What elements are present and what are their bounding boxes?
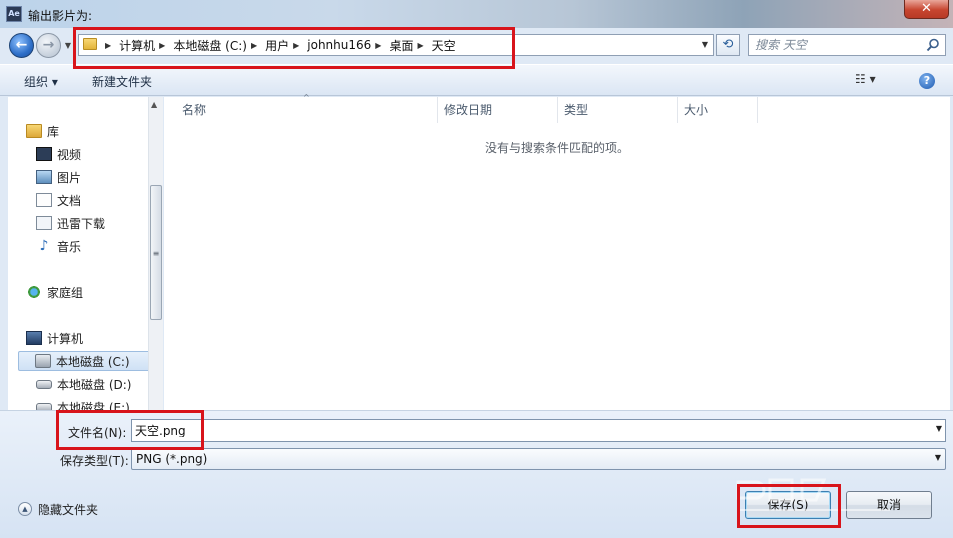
nav-item-label: 本地磁盘 (D:) [57,377,132,392]
breadcrumb-separator-icon[interactable]: ▶ [375,41,381,50]
column-header-date-modified[interactable]: 修改日期 [438,97,558,123]
search-input[interactable] [755,38,915,52]
command-toolbar: 组织 ▾ 新建文件夹 ☷ ▾ ? [0,64,953,96]
search-icon[interactable] [926,38,940,52]
hide-folders-label: 隐藏文件夹 [38,502,99,517]
nav-item-label: 迅雷下载 [57,216,106,231]
homegroup-icon [26,285,42,299]
breadcrumb-item[interactable]: 天空 [432,37,456,54]
scrollbar-thumb[interactable]: ≡ [150,185,162,320]
nav-item-library[interactable]: 库 [26,121,59,141]
forward-arrow-icon: → [42,37,55,53]
scroll-up-icon[interactable]: ▲ [151,100,157,109]
nav-item-label: 本地磁盘 (C:) [56,354,130,369]
nav-item-drive-d[interactable]: 本地磁盘 (D:) [36,374,131,394]
breadcrumb-item[interactable]: 用户 [265,37,289,54]
nav-item-music[interactable]: ♪ 音乐 [36,236,81,256]
help-icon: ? [923,74,931,87]
filename-label: 文件名(N): [68,426,127,440]
cancel-button[interactable]: 取消 [846,491,932,519]
chevron-down-icon[interactable]: ▼ [936,424,942,433]
refresh-button[interactable]: ⟲ [716,34,740,56]
nav-item-video[interactable]: 视频 [36,144,81,164]
help-button[interactable]: ? [919,73,935,89]
column-header-size[interactable]: 大小 [678,97,758,123]
empty-list-message: 没有与搜索条件匹配的项。 [484,141,629,155]
nav-item-label: 视频 [57,147,82,162]
chevron-down-icon[interactable]: ▼ [935,453,941,462]
download-icon [36,216,52,230]
nav-item-documents[interactable]: 文档 [36,190,81,210]
breadcrumb-item[interactable]: 桌面 [389,37,413,54]
search-box[interactable] [748,34,946,56]
nav-item-homegroup[interactable]: 家庭组 [26,282,83,302]
forward-button[interactable]: → [36,33,61,58]
system-drive-icon [35,354,51,368]
nav-item-drive-e[interactable]: 本地磁盘 (E:) [36,397,130,410]
save-button[interactable]: 保存(S) [745,491,831,519]
nav-item-xunlei-downloads[interactable]: 迅雷下载 [36,213,105,233]
filetype-selected-value: PNG (*.png) [136,452,208,466]
address-dropdown-icon[interactable]: ▼ [699,38,711,52]
nav-item-label: 图片 [57,170,82,185]
refresh-icon: ⟲ [722,37,734,52]
breadcrumb-separator-icon[interactable]: ▶ [105,41,111,50]
breadcrumb-separator-icon[interactable]: ▶ [251,41,257,50]
view-list-icon: ☷ ▾ [855,72,876,86]
video-icon [36,147,52,161]
breadcrumb-separator-icon[interactable]: ▶ [293,41,299,50]
title-bar: Ae 输出影片为: ✕ [0,0,953,28]
after-effects-app-icon: Ae [6,6,22,22]
navigation-pane-scrollbar[interactable]: ▲ ≡ [148,97,163,410]
close-icon: ✕ [921,1,932,16]
filetype-label: 保存类型(T): [60,454,129,468]
history-dropdown-icon[interactable]: ▼ [63,40,73,52]
organize-button[interactable]: 组织 ▾ [24,73,58,90]
nav-item-label: 计算机 [47,331,84,346]
back-button[interactable]: ← [9,33,34,58]
nav-item-label: 家庭组 [47,285,84,300]
nav-item-drive-c[interactable]: 本地磁盘 (C:) [18,351,154,371]
breadcrumb: ▶ 计算机 ▶ 本地磁盘 (C:) ▶ 用户 ▶ johnhu166 ▶ 桌面 … [103,35,458,55]
filename-input[interactable] [135,423,915,437]
navigation-pane: 库 视频 图片 文档 迅雷下载 ♪ 音乐 家庭组 计算机 本地磁盘 (C:) 本… [8,97,163,410]
drive-icon [36,402,52,410]
nav-item-computer[interactable]: 计算机 [26,328,83,348]
breadcrumb-separator-icon[interactable]: ▶ [417,41,423,50]
filetype-select[interactable]: PNG (*.png) ▼ [131,448,946,470]
window-title: 输出影片为: [28,9,93,23]
breadcrumb-item[interactable]: 计算机 [119,37,155,54]
back-arrow-icon: ← [15,37,28,53]
close-button[interactable]: ✕ [904,0,949,19]
change-view-button[interactable]: ☷ ▾ [855,72,895,90]
computer-icon [26,331,42,345]
nav-item-label: 库 [47,124,60,139]
library-icon [26,124,42,138]
new-folder-button[interactable]: 新建文件夹 [92,73,152,90]
folder-icon [83,38,97,50]
collapse-icon: ▲ [18,502,32,516]
hide-folders-toggle[interactable]: ▲ 隐藏文件夹 [18,500,98,518]
nav-item-label: 本地磁盘 (E:) [57,400,130,411]
breadcrumb-item[interactable]: johnhu166 [307,38,371,52]
nav-item-pictures[interactable]: 图片 [36,167,81,187]
drive-icon [36,379,52,389]
music-icon: ♪ [39,238,49,254]
picture-icon [36,170,52,184]
nav-item-label: 音乐 [57,239,82,254]
nav-item-label: 文档 [57,193,82,208]
scroll-grip-icon: ≡ [152,249,160,258]
column-header-type[interactable]: 类型 [558,97,678,123]
address-bar[interactable]: ▶ 计算机 ▶ 本地磁盘 (C:) ▶ 用户 ▶ johnhu166 ▶ 桌面 … [78,34,714,56]
breadcrumb-item[interactable]: 本地磁盘 (C:) [173,37,247,54]
filename-combobox[interactable]: ▼ [131,419,946,442]
document-icon [36,193,52,207]
breadcrumb-separator-icon[interactable]: ▶ [159,41,165,50]
sort-ascending-icon: ^ [303,93,310,102]
file-list: 名称 ^ 修改日期 类型 大小 没有与搜索条件匹配的项。 [164,93,950,410]
